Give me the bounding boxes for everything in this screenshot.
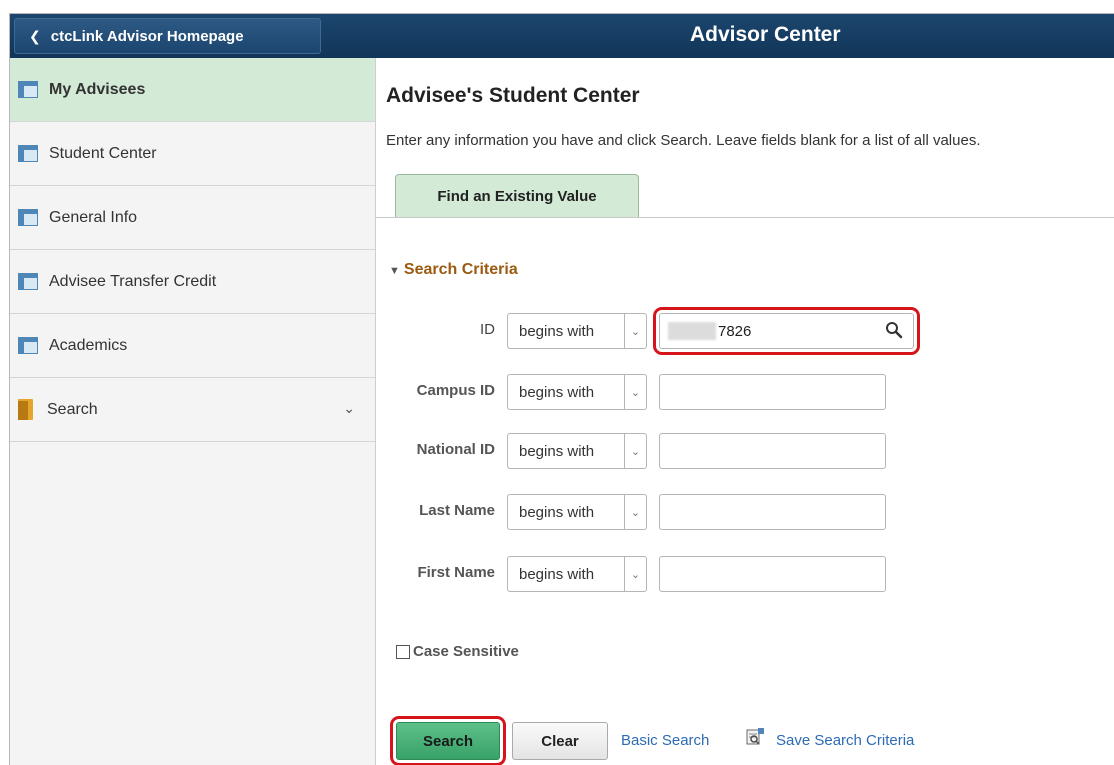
tab-divider xyxy=(376,217,1114,218)
chevron-down-icon: ⌄ xyxy=(624,495,646,529)
search-row-national-id: National ID begins with ⌄ xyxy=(376,431,1114,471)
sidebar-item-label: Advisee Transfer Credit xyxy=(49,272,217,290)
search-row-id: ID begins with ⌄ 7826 xyxy=(376,307,1114,355)
operator-value: begins with xyxy=(519,322,595,340)
field-label: Last Name xyxy=(419,502,495,519)
sidebar-item-my-advisees[interactable]: My Advisees xyxy=(10,58,375,122)
search-button[interactable]: Search xyxy=(390,716,506,765)
operator-value: begins with xyxy=(519,503,595,521)
case-sensitive-checkbox[interactable] xyxy=(396,644,410,659)
sidebar-item-label: Search xyxy=(47,400,98,418)
section-label: Search Criteria xyxy=(403,261,518,278)
search-criteria-section[interactable]: ▼ Search Criteria xyxy=(389,261,518,279)
operator-value: begins with xyxy=(519,383,595,401)
page-header-title: Advisor Center xyxy=(690,23,841,46)
case-sensitive-option[interactable]: Case Sensitive xyxy=(396,643,519,660)
grid-page-icon xyxy=(18,273,38,290)
advisor-homepage-back-button[interactable]: ❮ ctcLink Advisor Homepage xyxy=(14,18,321,54)
chevron-left-icon: ❮ xyxy=(29,27,41,44)
grid-page-icon xyxy=(18,81,38,98)
sidebar-item-academics[interactable]: Academics xyxy=(10,314,375,378)
tab-find-existing-value[interactable]: Find an Existing Value xyxy=(395,174,639,218)
search-icon[interactable] xyxy=(885,321,903,339)
back-button-label: ctcLink Advisor Homepage xyxy=(50,27,244,45)
triangle-down-icon: ▼ xyxy=(389,265,400,277)
sidebar-item-label: General Info xyxy=(49,208,138,226)
chevron-down-icon: ⌄ xyxy=(624,434,646,468)
first-name-operator-select[interactable]: begins with ⌄ xyxy=(507,556,647,592)
national-id-operator-select[interactable]: begins with ⌄ xyxy=(507,433,647,469)
last-name-operator-select[interactable]: begins with ⌄ xyxy=(507,494,647,530)
search-row-last-name: Last Name begins with ⌄ xyxy=(376,492,1114,532)
last-name-input[interactable] xyxy=(659,494,886,530)
campus-id-input[interactable] xyxy=(659,374,886,410)
campus-id-operator-select[interactable]: begins with ⌄ xyxy=(507,374,647,410)
grid-page-icon xyxy=(18,145,38,162)
redacted-region xyxy=(668,322,716,340)
sidebar: My Advisees Student Center General Info … xyxy=(10,58,376,765)
field-label: ID xyxy=(480,321,495,338)
case-sensitive-label: Case Sensitive xyxy=(413,643,519,660)
field-label: National ID xyxy=(416,441,495,458)
page-title: Advisee's Student Center xyxy=(386,84,640,107)
app-frame: ❮ ctcLink Advisor Homepage Advisor Cente… xyxy=(9,13,1114,765)
sidebar-item-label: My Advisees xyxy=(49,80,146,98)
header-bar: ❮ ctcLink Advisor Homepage Advisor Cente… xyxy=(10,14,1114,58)
chevron-down-icon[interactable]: ⌄ xyxy=(343,400,355,417)
field-label: Campus ID xyxy=(416,382,495,399)
main-content: Advisee's Student Center Enter any infor… xyxy=(376,58,1114,765)
search-row-campus-id: Campus ID begins with ⌄ xyxy=(376,372,1114,412)
grid-page-icon xyxy=(18,337,38,354)
instructions-text: Enter any information you have and click… xyxy=(386,132,981,149)
grid-page-icon xyxy=(18,209,38,226)
sidebar-item-search[interactable]: Search ⌄ xyxy=(10,378,375,442)
field-label: First Name xyxy=(417,564,495,581)
id-input[interactable]: 7826 xyxy=(653,307,920,355)
id-input-value: 7826 xyxy=(718,322,752,340)
chevron-down-icon: ⌄ xyxy=(624,314,646,348)
chevron-down-icon: ⌄ xyxy=(624,557,646,591)
operator-value: begins with xyxy=(519,565,595,583)
sidebar-item-label: Student Center xyxy=(49,144,157,162)
sidebar-item-advisee-transfer-credit[interactable]: Advisee Transfer Credit xyxy=(10,250,375,314)
clear-button[interactable]: Clear xyxy=(512,722,608,760)
sidebar-item-student-center[interactable]: Student Center xyxy=(10,122,375,186)
save-search-criteria-link[interactable]: Save Search Criteria xyxy=(776,732,914,749)
national-id-input[interactable] xyxy=(659,433,886,469)
basic-search-link[interactable]: Basic Search xyxy=(621,732,709,749)
save-search-icon[interactable] xyxy=(745,727,765,747)
id-operator-select[interactable]: begins with ⌄ xyxy=(507,313,647,349)
chevron-down-icon: ⌄ xyxy=(624,375,646,409)
sidebar-item-label: Academics xyxy=(49,336,128,354)
first-name-input[interactable] xyxy=(659,556,886,592)
operator-value: begins with xyxy=(519,442,595,460)
sidebar-item-general-info[interactable]: General Info xyxy=(10,186,375,250)
search-row-first-name: First Name begins with ⌄ xyxy=(376,554,1114,594)
folder-icon xyxy=(18,399,33,420)
